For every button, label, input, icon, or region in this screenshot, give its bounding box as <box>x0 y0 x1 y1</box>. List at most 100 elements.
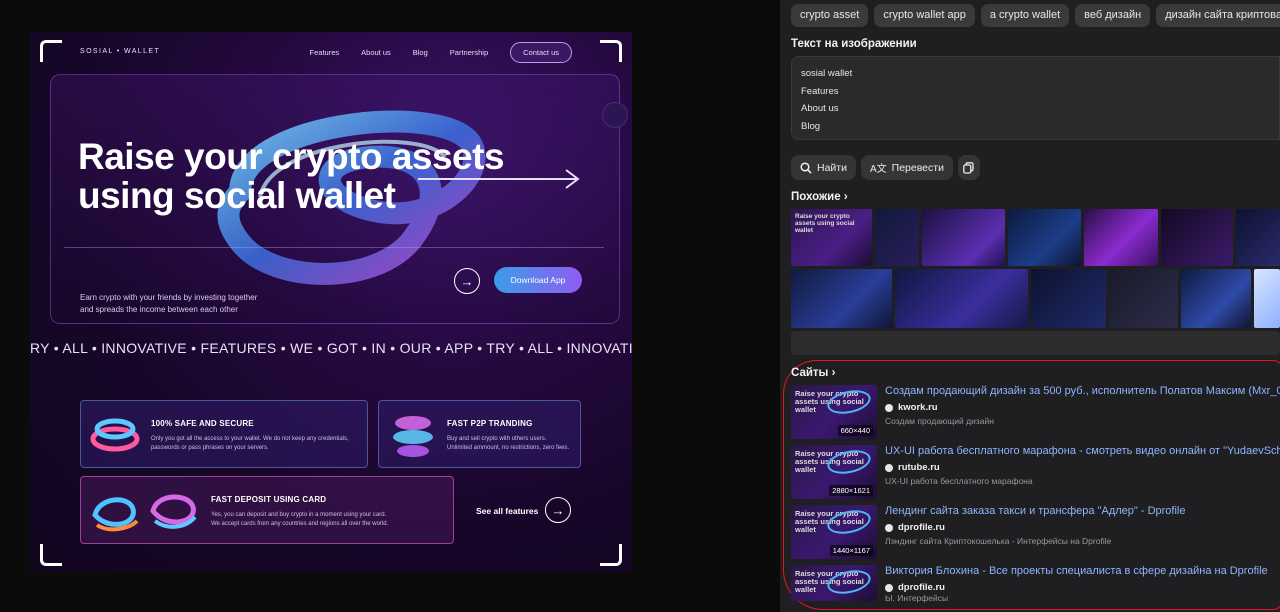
similar-thumb[interactable]: Raise your crypto assets using social wa… <box>791 209 872 266</box>
similar-thumb[interactable] <box>1083 209 1158 266</box>
text-on-image-heading: Текст на изображении <box>791 38 917 50</box>
similar-thumb[interactable] <box>791 269 893 328</box>
tag-a-crypto-wallet[interactable]: a crypto wallet <box>980 4 1070 27</box>
site-result[interactable]: Raise your crypto assets using social wa… <box>791 565 1280 605</box>
similar-row: Raise your crypto assets using social wa… <box>791 209 1280 266</box>
tag-crypto-wallet-app[interactable]: crypto wallet app <box>874 4 975 27</box>
site-thumbnail[interactable]: Raise your crypto assets using social wa… <box>791 505 877 559</box>
recognized-text-box[interactable]: sosial wallet Features About us Blog <box>791 56 1280 140</box>
similar-thumb[interactable] <box>874 209 919 266</box>
preview-nav-partnership: Partnership <box>449 48 489 57</box>
domain-text: dprofile.ru <box>898 522 945 533</box>
chevron-right-icon: › <box>831 367 836 379</box>
favicon-icon <box>885 523 893 532</box>
site-result[interactable]: Raise your crypto assets using social wa… <box>791 505 1280 559</box>
similar-thumb[interactable] <box>1160 209 1234 266</box>
crop-corner-top-left[interactable] <box>40 40 62 62</box>
preview-subtitle: Earn crypto with your friends by investi… <box>80 292 280 316</box>
crop-corner-bottom-right[interactable] <box>600 544 622 566</box>
hero-divider <box>64 247 604 248</box>
similar-thumb[interactable] <box>895 269 1029 328</box>
site-title-link[interactable]: Создам продающий дизайн за 500 руб., исп… <box>885 385 1280 397</box>
site-thumbnail[interactable]: Raise your crypto assets using social wa… <box>791 565 877 601</box>
card-text-line-1: Yes, you can deposit and buy crypto in a… <box>211 512 387 518</box>
similar-heading[interactable]: Похожие › <box>791 191 848 203</box>
card-text: Yes, you can deposit and buy crypto in a… <box>211 511 451 529</box>
tag-web-design[interactable]: веб дизайн <box>1075 4 1151 27</box>
favicon-icon <box>885 583 893 592</box>
card-title: FAST P2P TRANDING <box>447 419 533 428</box>
tag-crypto-site-design[interactable]: дизайн сайта криптовалют <box>1156 4 1280 27</box>
tag-crypto-asset[interactable]: crypto asset <box>791 4 869 27</box>
similar-thumb[interactable] <box>1180 269 1252 328</box>
feature-card-secure: 100% SAFE AND SECURE Only you got all th… <box>80 400 368 468</box>
find-button[interactable]: Найти <box>791 155 856 180</box>
related-tags: crypto asset crypto wallet app a crypto … <box>791 4 1280 27</box>
card-text: Only you got all the access to your wall… <box>151 435 361 453</box>
site-domain[interactable]: rutube.ru <box>885 462 940 473</box>
text-actions: Найти A文 Перевести <box>791 155 980 180</box>
preview-download-button: Download App <box>494 267 582 293</box>
card-text-line-1: Buy and sell crypto with others users. <box>447 436 547 442</box>
recognized-text-line[interactable]: sosial wallet <box>801 65 1270 83</box>
image-size: 2880×1621 <box>829 485 873 496</box>
image-preview-area: SOSIAL • WALLET Features About us Blog P… <box>0 0 780 612</box>
find-label: Найти <box>817 161 847 174</box>
sites-label: Сайты <box>791 367 829 379</box>
site-title-link[interactable]: Виктория Блохина - Все проекты специалис… <box>885 565 1280 577</box>
favicon-icon <box>885 463 893 472</box>
card-title: 100% SAFE AND SECURE <box>151 419 254 428</box>
translate-button[interactable]: A文 Перевести <box>860 155 953 180</box>
domain-text: kwork.ru <box>898 402 938 413</box>
similar-thumb[interactable] <box>921 209 1005 266</box>
card-text-line-2: Unlimited ammount, no restrictions, zero… <box>447 445 570 451</box>
deposit-3d-icon <box>92 494 197 532</box>
similar-thumb[interactable] <box>1007 209 1081 266</box>
recognized-text-line[interactable]: Features <box>801 83 1270 101</box>
secure-3d-icon <box>90 418 140 452</box>
crop-corner-bottom-left[interactable] <box>40 544 62 566</box>
recognized-text-line[interactable]: Blog <box>801 118 1270 136</box>
chevron-right-icon: › <box>843 191 848 203</box>
similar-images-grid: Raise your crypto assets using social wa… <box>791 209 1280 331</box>
image-size: 660×440 <box>837 425 873 436</box>
copy-icon <box>963 161 975 174</box>
card-text: Buy and sell crypto with others users. U… <box>447 435 577 453</box>
preview-ticker: RY • ALL • INNOVATIVE • FEATURES • WE • … <box>30 340 632 356</box>
preview-nav-about: About us <box>361 48 391 57</box>
sites-heading[interactable]: Сайты › <box>791 367 835 379</box>
image-size: 1440×1167 <box>829 545 873 556</box>
site-thumbnail[interactable]: Raise your crypto assets using social wa… <box>791 385 877 439</box>
subtitle-line-1: Earn crypto with your friends by investi… <box>80 293 258 302</box>
preview-image[interactable]: SOSIAL • WALLET Features About us Blog P… <box>30 32 632 572</box>
similar-thumb[interactable] <box>1254 269 1280 328</box>
site-thumbnail[interactable]: Raise your crypto assets using social wa… <box>791 445 877 499</box>
crop-corner-top-right[interactable] <box>600 40 622 62</box>
preview-nav: Features About us Blog Partnership Conta… <box>310 42 572 63</box>
similar-thumb[interactable] <box>1108 269 1178 328</box>
similar-thumb[interactable] <box>1236 209 1280 266</box>
preview-nav-blog: Blog <box>412 48 428 57</box>
translate-icon: A文 <box>869 164 887 175</box>
similar-thumb[interactable] <box>1031 269 1106 328</box>
site-domain[interactable]: dprofile.ru <box>885 582 945 593</box>
feature-card-p2p: FAST P2P TRANDING Buy and sell crypto wi… <box>378 400 581 468</box>
site-result[interactable]: Raise your crypto assets using social wa… <box>791 445 1280 499</box>
copy-button[interactable] <box>957 155 980 180</box>
site-title-link[interactable]: UX-UI работа бесплатного марафона - смот… <box>885 445 1280 457</box>
site-domain[interactable]: dprofile.ru <box>885 522 945 533</box>
search-icon <box>800 161 812 174</box>
loading-placeholder <box>791 331 1280 355</box>
recognized-text-line[interactable]: About us <box>801 100 1270 118</box>
decor-circle <box>602 102 628 128</box>
site-result[interactable]: Raise your crypto assets using social wa… <box>791 385 1280 439</box>
site-title-link[interactable]: Лендинг сайта заказа такси и трансфера "… <box>885 505 1280 517</box>
subtitle-line-2: and spreads the income between each othe… <box>80 305 238 314</box>
card-text-line-2: We accept cards from any countries and r… <box>211 521 389 527</box>
preview-contact-button: Contact us <box>510 42 572 63</box>
circle-arrow-icon: → <box>454 268 480 294</box>
preview-nav-features: Features <box>309 48 340 57</box>
arrow-right-icon <box>418 169 580 189</box>
site-domain[interactable]: kwork.ru <box>885 402 938 413</box>
favicon-icon <box>885 403 893 412</box>
